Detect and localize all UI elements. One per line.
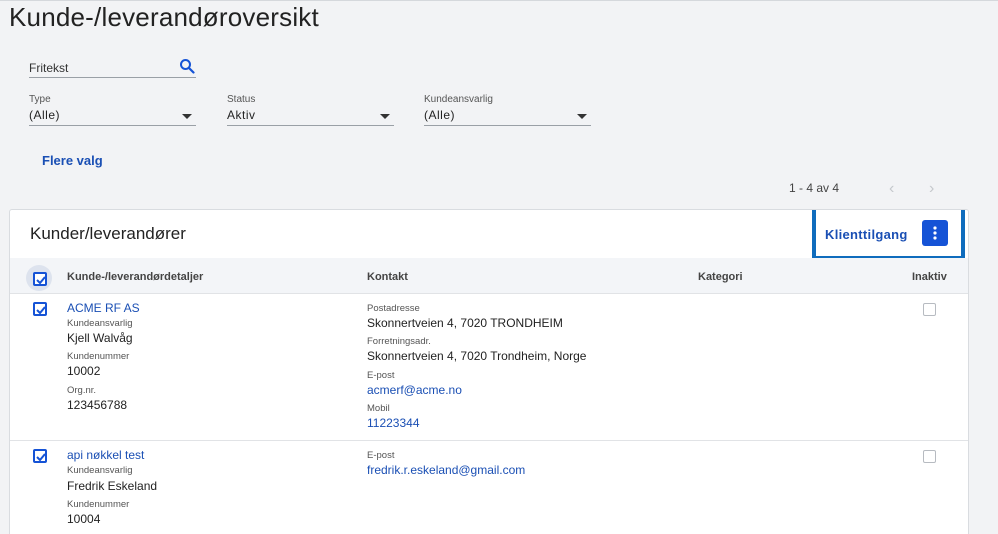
status-label: Status: [227, 94, 256, 105]
table-header: Kunde-/leverandørdetaljer Kontakt Katego…: [10, 258, 968, 294]
status-select[interactable]: Status Aktiv: [227, 94, 394, 126]
postal-address-value: Skonnertveien 4, 7020 TRONDHEIM: [367, 316, 563, 330]
chevron-down-icon: [182, 114, 192, 119]
kebab-icon: [933, 226, 937, 240]
search-field[interactable]: [29, 57, 196, 78]
org-number-value: 123456788: [67, 398, 128, 412]
customer-number-label: Kundenummer: [67, 351, 130, 362]
mobile-label: Mobil: [367, 403, 390, 414]
inactive-checkbox[interactable]: [923, 303, 936, 316]
responsible-value: Kjell Walvåg: [67, 331, 133, 345]
top-divider: [0, 0, 998, 1]
next-page-button[interactable]: ›: [929, 180, 934, 198]
kundeansvarlig-select[interactable]: Kundeansvarlig (Alle): [424, 94, 591, 126]
select-all-checkbox[interactable]: [33, 272, 47, 286]
business-address-value: Skonnertveien 4, 7020 Trondheim, Norge: [367, 349, 587, 363]
more-options-link[interactable]: Flere valg: [42, 153, 103, 168]
previous-page-button[interactable]: ‹: [889, 180, 894, 198]
search-icon[interactable]: [179, 58, 195, 74]
column-inactive[interactable]: Inaktiv: [912, 271, 947, 283]
type-select[interactable]: Type (Alle): [29, 94, 196, 126]
customer-name-link[interactable]: api nøkkel test: [67, 448, 144, 462]
customer-name-link[interactable]: ACME RF AS: [67, 301, 140, 315]
chevron-down-icon: [380, 114, 390, 119]
customer-number-value: 10004: [67, 512, 101, 526]
email-link[interactable]: fredrik.r.eskeland@gmail.com: [367, 463, 525, 477]
responsible-value: Fredrik Eskeland: [67, 479, 158, 493]
table-row[interactable]: ACME RF AS Kundeansvarlig Kjell Walvåg K…: [10, 294, 968, 441]
mobile-link[interactable]: 11223344: [367, 416, 420, 430]
column-details[interactable]: Kunde-/leverandørdetaljer: [67, 271, 203, 283]
column-category[interactable]: Kategori: [698, 271, 743, 283]
status-value: Aktiv: [227, 108, 256, 122]
chevron-down-icon: [577, 114, 587, 119]
more-menu-button[interactable]: [922, 220, 948, 246]
kundeansvarlig-value: (Alle): [424, 108, 456, 122]
email-link[interactable]: acmerf@acme.no: [367, 383, 462, 397]
inactive-checkbox[interactable]: [923, 450, 936, 463]
row-checkbox[interactable]: [33, 302, 47, 316]
email-label: E-post: [367, 450, 395, 461]
row-checkbox[interactable]: [33, 449, 47, 463]
table-title: Kunder/leverandører: [30, 224, 186, 243]
email-label: E-post: [367, 370, 395, 381]
customer-table-card: Kunder/leverandører Klienttilgang Kunde-…: [9, 209, 969, 534]
business-address-label: Forretningsadr.: [367, 336, 431, 347]
postal-address-label: Postadresse: [367, 303, 420, 314]
table-row[interactable]: api nøkkel test Kundeansvarlig Fredrik E…: [10, 441, 968, 534]
type-value: (Alle): [29, 108, 61, 122]
column-contact[interactable]: Kontakt: [367, 271, 408, 283]
customer-number-value: 10002: [67, 364, 101, 378]
search-input[interactable]: [29, 61, 169, 75]
klienttilgang-button[interactable]: Klienttilgang: [825, 227, 908, 242]
kundeansvarlig-label: Kundeansvarlig: [424, 94, 493, 105]
pager-info: 1 - 4 av 4: [789, 181, 840, 195]
responsible-label: Kundeansvarlig: [67, 465, 133, 476]
type-label: Type: [29, 94, 51, 105]
customer-number-label: Kundenummer: [67, 499, 130, 510]
org-number-label: Org.nr.: [67, 385, 97, 396]
responsible-label: Kundeansvarlig: [67, 318, 133, 329]
page-title: Kunde-/leverandøroversikt: [9, 2, 319, 32]
